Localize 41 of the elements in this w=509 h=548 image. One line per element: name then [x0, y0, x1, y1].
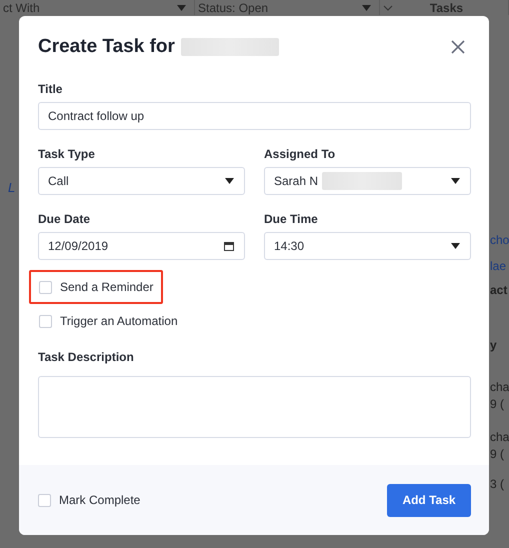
field-label: Assigned To — [264, 147, 336, 161]
checkbox-label: Mark Complete — [59, 493, 140, 507]
caret-icon — [177, 4, 186, 10]
link-text: L — [8, 180, 16, 195]
field-label: Due Time — [264, 212, 319, 226]
list-text: cha — [490, 380, 509, 395]
checkbox-label: Send a Reminder — [60, 280, 154, 294]
caret-icon — [451, 243, 460, 249]
select-field[interactable]: Call — [38, 167, 245, 195]
select-field[interactable]: Sarah N — [264, 167, 471, 195]
checkbox[interactable] — [39, 280, 52, 294]
description-field[interactable] — [38, 376, 471, 438]
caret-icon — [451, 178, 460, 184]
field-label: Task Type — [38, 147, 96, 161]
input-field[interactable]: Contract follow up — [38, 102, 471, 130]
checkbox[interactable] — [38, 494, 51, 506]
select-field[interactable]: 14:30 — [264, 232, 471, 260]
checkbox-label: Trigger an Automation — [60, 314, 178, 328]
list-text: y — [490, 338, 498, 353]
link-text: cho — [490, 233, 509, 248]
dialog-title: Create Task for — [38, 36, 175, 58]
header-label: ct With — [3, 0, 40, 14]
add-task-button[interactable]: Add Task — [387, 484, 471, 516]
header-label: Status: Open — [198, 0, 268, 14]
caret-icon — [225, 178, 234, 184]
checkbox[interactable] — [39, 314, 52, 328]
caret-icon — [362, 4, 371, 10]
list-text: 9 ( — [490, 447, 506, 462]
calendar-icon[interactable] — [224, 241, 234, 251]
list-text: act — [490, 283, 508, 298]
date-field[interactable]: 12/09/2019 — [38, 232, 245, 260]
field-label: Task Description — [38, 350, 135, 364]
field-label: Title — [38, 82, 64, 96]
link-text: lae — [490, 259, 508, 274]
chevron-icon[interactable] — [383, 4, 393, 10]
list-text: cha — [490, 430, 509, 445]
field-label: Due Date — [38, 212, 92, 226]
list-text: 3 ( — [490, 477, 506, 492]
header-label: Tasks — [430, 0, 464, 14]
list-text: 9 ( — [490, 397, 506, 412]
close-button[interactable] — [450, 39, 466, 55]
